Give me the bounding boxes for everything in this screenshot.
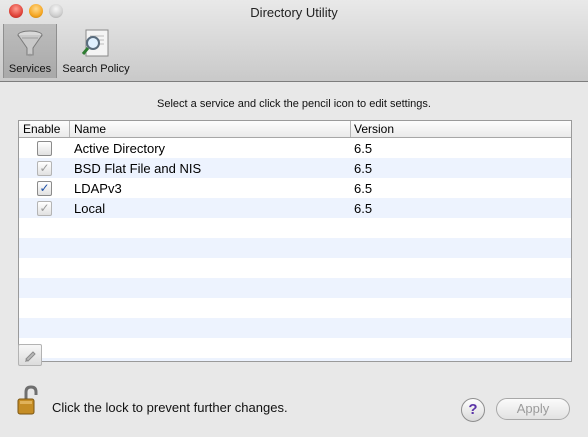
table-row[interactable]: ✓ Local 6.5 (19, 198, 571, 218)
apply-button[interactable]: Apply (496, 398, 570, 420)
service-name: BSD Flat File and NIS (74, 161, 202, 176)
help-button[interactable]: ? (461, 398, 485, 422)
toolbar-label-search-policy: Search Policy (62, 63, 130, 75)
service-version: 6.5 (354, 181, 373, 196)
table-row[interactable]: Active Directory 6.5 (19, 138, 571, 158)
directory-utility-window: Directory Utility Services Search Policy (0, 0, 588, 437)
service-version: 6.5 (354, 141, 373, 156)
column-header-enable[interactable]: Enable (23, 122, 60, 136)
column-divider (69, 121, 70, 137)
empty-row (19, 238, 571, 258)
services-table: Enable Name Version Active Directory 6.5… (18, 120, 572, 362)
enable-checkbox[interactable]: ✓ (37, 201, 52, 216)
empty-row (19, 278, 571, 298)
table-header: Enable Name Version (19, 121, 571, 138)
column-header-name[interactable]: Name (74, 122, 106, 136)
instruction-text: Select a service and click the pencil ic… (157, 98, 431, 110)
window-title: Directory Utility (250, 5, 338, 20)
empty-row (19, 258, 571, 278)
column-divider (350, 121, 351, 137)
enable-checkbox[interactable]: ✓ (37, 161, 52, 176)
empty-row (19, 358, 571, 361)
lock-status-text: Click the lock to prevent further change… (52, 400, 288, 415)
service-name: Active Directory (74, 141, 166, 156)
service-version: 6.5 (354, 201, 373, 216)
toolbar-search-policy[interactable]: Search Policy (58, 24, 134, 78)
table-row[interactable]: ✓ BSD Flat File and NIS 6.5 (19, 158, 571, 178)
service-name: Local (74, 201, 106, 216)
empty-row (19, 218, 571, 238)
title-toolbar: Directory Utility Services Search Policy (0, 0, 588, 82)
edit-service-button[interactable] (18, 344, 42, 366)
empty-row (19, 298, 571, 318)
enable-checkbox[interactable] (37, 141, 52, 156)
search-policy-icon (81, 29, 109, 57)
service-name: LDAPv3 (74, 181, 122, 196)
services-icon (17, 30, 43, 57)
column-header-version[interactable]: Version (354, 122, 394, 136)
pencil-icon (25, 351, 36, 362)
toolbar-label-services: Services (8, 63, 52, 75)
empty-row (19, 338, 571, 358)
service-version: 6.5 (354, 161, 373, 176)
empty-row (19, 318, 571, 338)
table-row[interactable]: ✓ LDAPv3 6.5 (19, 178, 571, 198)
services-pane: Select a service and click the pencil ic… (0, 82, 588, 437)
enable-checkbox[interactable]: ✓ (37, 181, 52, 196)
toolbar-services[interactable]: Services (3, 24, 57, 78)
lock-open-icon[interactable] (16, 385, 42, 417)
